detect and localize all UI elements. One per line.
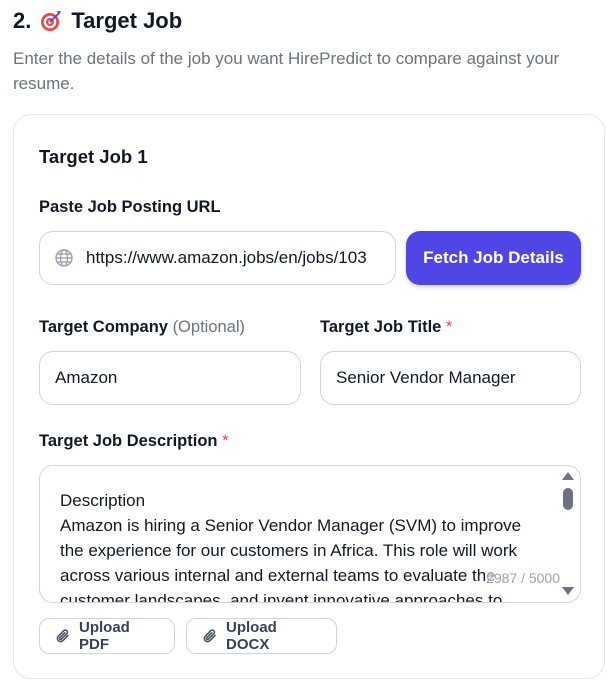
upload-pdf-button[interactable]: Upload PDF [39, 618, 175, 654]
upload-pdf-label: Upload PDF [79, 619, 130, 653]
required-mark: * [445, 318, 453, 336]
section-description: Enter the details of the job you want Hi… [13, 49, 560, 93]
scrollbar-thumb[interactable] [563, 488, 573, 510]
job-title-value: Senior Vendor Manager [336, 368, 516, 387]
section-number: 2. [13, 8, 32, 33]
required-mark: * [222, 432, 229, 450]
target-job-card: Target Job 1 Paste Job Posting URL https… [13, 114, 605, 679]
upload-docx-button[interactable]: Upload DOCX [186, 618, 337, 654]
upload-docx-label: Upload DOCX [226, 619, 277, 653]
job-description-value: Description Amazon is hiring a Senior Ve… [60, 491, 522, 603]
job-description-textarea[interactable]: Description Amazon is hiring a Senior Ve… [39, 465, 581, 603]
job-description-label-text: Target Job Description [39, 432, 218, 450]
job-title-input[interactable]: Senior Vendor Manager [320, 351, 581, 405]
job-url-label: Paste Job Posting URL [39, 198, 221, 216]
job-url-input[interactable]: https://www.amazon.jobs/en/jobs/103 [39, 231, 396, 285]
globe-icon [55, 249, 73, 267]
company-optional-text: (Optional) [172, 318, 246, 336]
company-label: Target Company (Optional) [39, 318, 245, 337]
paperclip-icon [56, 629, 69, 643]
job-url-value: https://www.amazon.jobs/en/jobs/103 [86, 248, 367, 267]
card-title: Target Job 1 [39, 146, 148, 167]
company-input[interactable]: Amazon [39, 351, 301, 405]
target-icon [41, 11, 62, 31]
section-heading: Target Job [71, 8, 183, 33]
job-description-label: Target Job Description * [39, 432, 229, 451]
job-title-label-text: Target Job Title [320, 318, 442, 336]
company-label-text: Target Company [39, 318, 168, 336]
fetch-job-details-button[interactable]: Fetch Job Details [406, 231, 581, 285]
section-title: 2. Target Job [13, 8, 182, 34]
scroll-up-arrow-icon[interactable] [562, 472, 574, 480]
job-title-label: Target Job Title * [320, 318, 452, 337]
char-count: 2987 / 5000 [486, 570, 560, 586]
scroll-down-arrow-icon[interactable] [562, 587, 574, 595]
paperclip-icon [203, 629, 216, 643]
company-value: Amazon [55, 368, 118, 387]
